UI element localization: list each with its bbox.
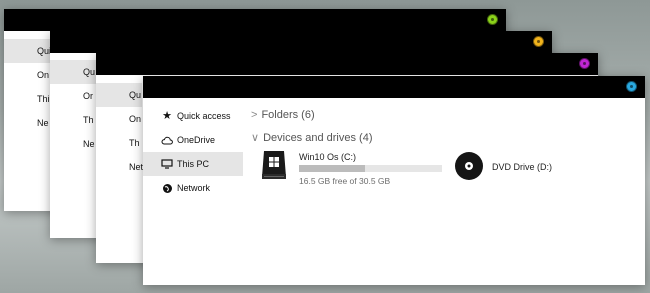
chevron-right-icon: > bbox=[251, 109, 258, 121]
nav-item-quick-access[interactable]: Quic bbox=[4, 39, 56, 63]
navigation-pane: Qu On Th Net bbox=[96, 83, 144, 179]
nav-item-label: Qu bbox=[129, 90, 142, 100]
drive-d[interactable]: DVD Drive (D:) bbox=[454, 151, 604, 191]
nav-item-label: Net bbox=[129, 162, 144, 172]
monitor-icon bbox=[161, 152, 173, 176]
dvd-icon bbox=[454, 151, 484, 183]
nav-item-this-pc[interactable]: This PC bbox=[143, 152, 243, 176]
nav-item-quick-access[interactable]: Qu bbox=[50, 60, 96, 84]
navigation-pane: ★ Quick access OneDrive This PC Network bbox=[143, 104, 243, 200]
nav-item-network[interactable]: Network bbox=[143, 176, 243, 200]
nav-item-label: Quick access bbox=[177, 111, 231, 121]
close-button[interactable] bbox=[626, 81, 637, 92]
nav-item-this-pc[interactable]: Th bbox=[50, 108, 96, 132]
nav-item-label: Network bbox=[177, 183, 211, 193]
close-button[interactable] bbox=[579, 58, 590, 69]
group-label: Folders (6) bbox=[261, 109, 315, 121]
group-label: Devices and drives (4) bbox=[263, 132, 373, 144]
nav-item-label: On bbox=[37, 70, 50, 80]
drive-free-space: 16.5 GB free of 30.5 GB bbox=[299, 176, 391, 186]
drive-usage-bar bbox=[299, 165, 442, 172]
nav-item-network[interactable]: Ne bbox=[4, 111, 50, 135]
nav-item-label: This PC bbox=[177, 159, 210, 169]
nav-item-label: OneDrive bbox=[177, 135, 216, 145]
nav-item-this-pc[interactable]: Th bbox=[96, 131, 142, 155]
drive-name: DVD Drive (D:) bbox=[492, 162, 552, 172]
nav-item-this-pc[interactable]: Thi bbox=[4, 87, 50, 111]
content-pane: > Folders (6) ∨ Devices and drives (4) Win… bbox=[251, 98, 645, 285]
nav-item-label: Th bbox=[129, 138, 140, 148]
title-bar[interactable] bbox=[96, 53, 598, 75]
nav-item-label: Or bbox=[83, 91, 93, 101]
devices-group-header[interactable]: ∨ Devices and drives (4) bbox=[251, 129, 373, 147]
nav-item-quick-access[interactable]: Qu bbox=[96, 83, 142, 107]
chevron-down-icon: ∨ bbox=[251, 132, 260, 144]
nav-item-label: On bbox=[129, 114, 142, 124]
title-bar[interactable] bbox=[50, 31, 552, 53]
nav-item-network[interactable]: Net bbox=[96, 155, 144, 179]
nav-item-label: Qu bbox=[83, 67, 96, 77]
title-bar[interactable] bbox=[4, 9, 506, 31]
network-icon bbox=[161, 176, 173, 200]
star-icon: ★ bbox=[162, 110, 172, 122]
drive-c[interactable]: Win10 Os (C:) 16.5 GB free of 30.5 GB bbox=[261, 150, 451, 190]
nav-item-onedrive[interactable]: OneDrive bbox=[143, 128, 243, 152]
navigation-pane: Quic On Thi Ne bbox=[4, 39, 56, 135]
nav-item-label: Ne bbox=[37, 118, 49, 128]
drive-name: Win10 Os (C:) bbox=[299, 152, 357, 162]
nav-item-label: Th bbox=[83, 115, 94, 125]
nav-item-quick-access[interactable]: ★ Quick access bbox=[143, 104, 243, 128]
close-button[interactable] bbox=[487, 14, 498, 25]
nav-item-label: Ne bbox=[83, 139, 95, 149]
nav-item-onedrive[interactable]: On bbox=[4, 63, 50, 87]
explorer-window-main: ★ Quick access OneDrive This PC Network … bbox=[143, 76, 645, 285]
windows-drive-icon bbox=[261, 150, 291, 182]
nav-item-onedrive[interactable]: Or bbox=[50, 84, 96, 108]
drive-usage-fill bbox=[299, 165, 365, 172]
navigation-pane: Qu Or Th Ne bbox=[50, 60, 96, 156]
folders-group-header[interactable]: > Folders (6) bbox=[251, 106, 315, 124]
nav-item-network[interactable]: Ne bbox=[50, 132, 96, 156]
nav-item-label: Thi bbox=[37, 94, 50, 104]
cloud-icon bbox=[161, 128, 173, 152]
close-button[interactable] bbox=[533, 36, 544, 47]
title-bar[interactable] bbox=[143, 76, 645, 98]
nav-item-onedrive[interactable]: On bbox=[96, 107, 142, 131]
